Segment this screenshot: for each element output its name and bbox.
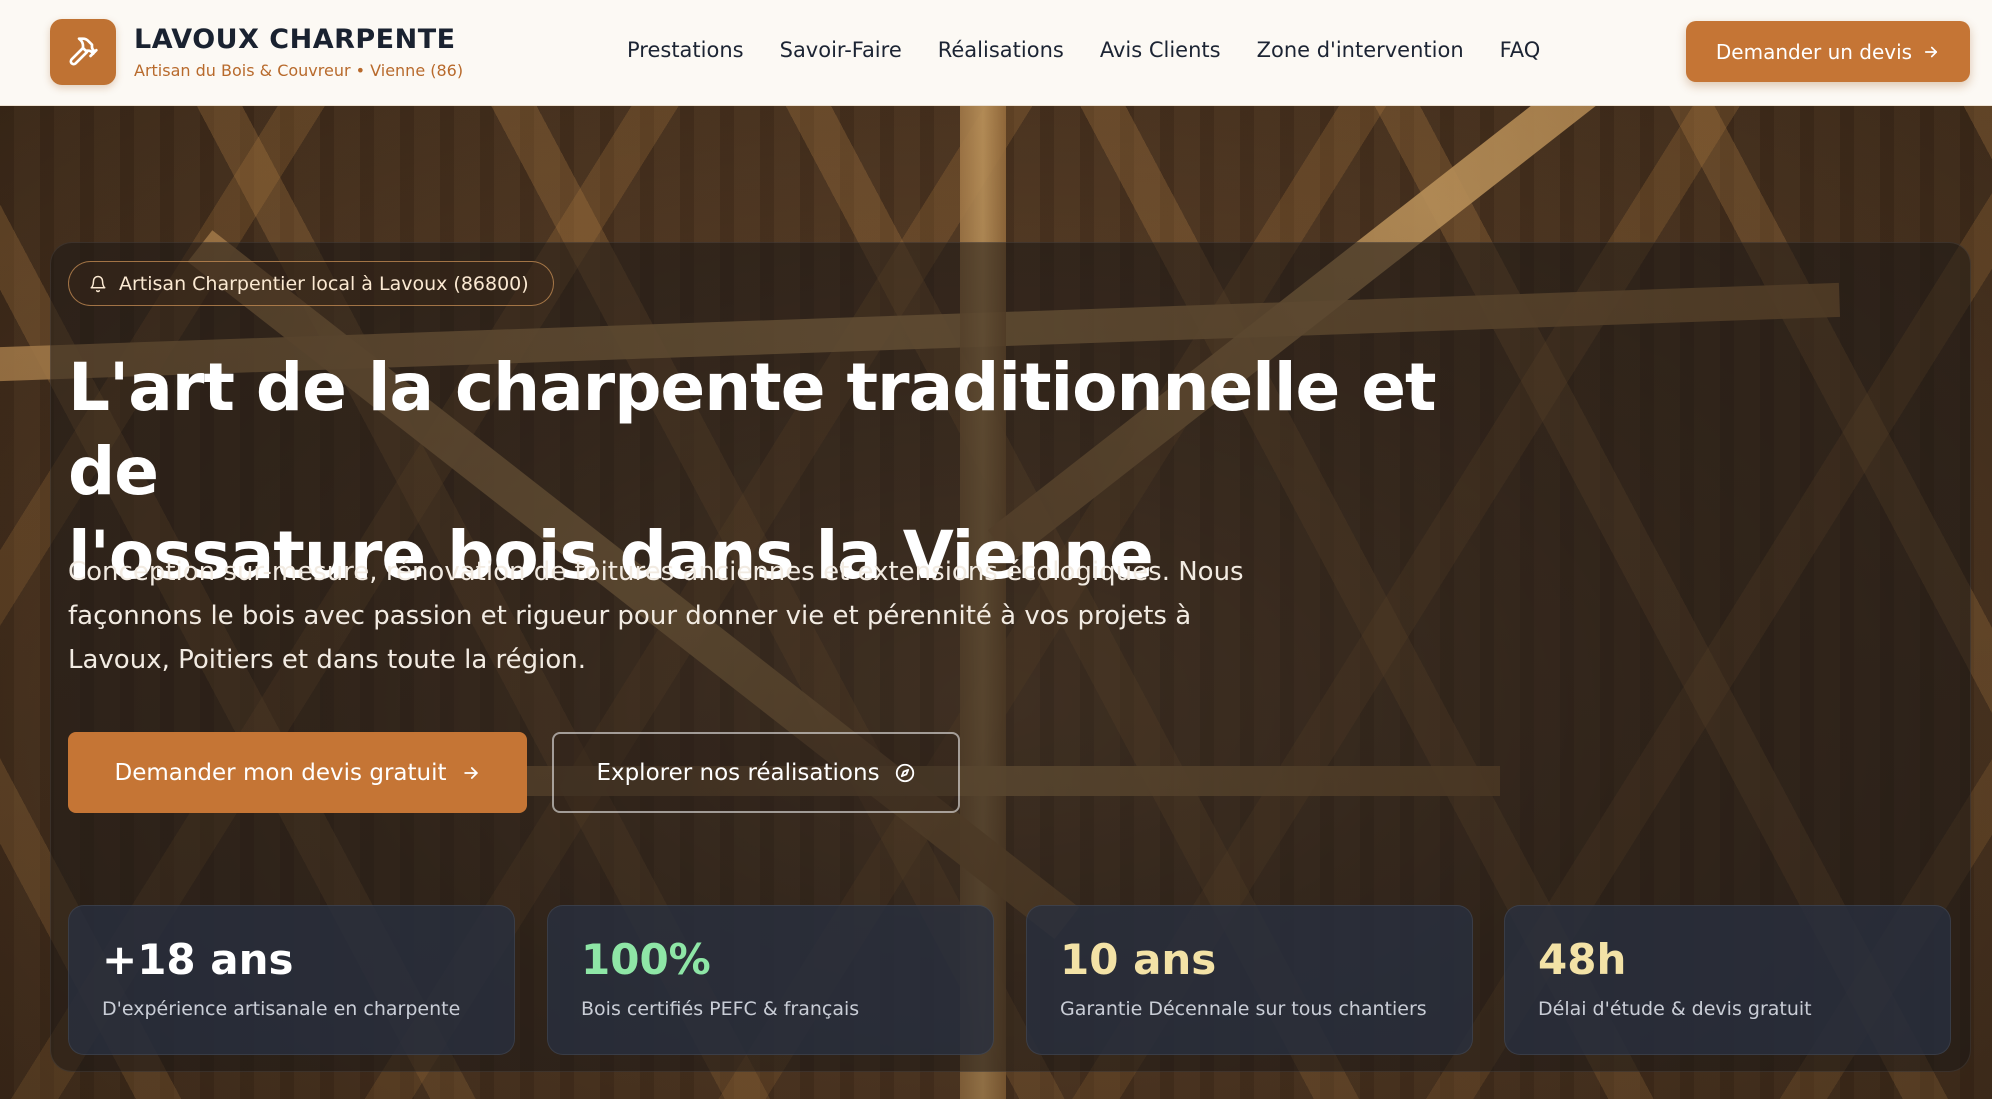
free-quote-label: Demander mon devis gratuit <box>114 759 447 786</box>
stat-value: 48h <box>1538 935 1627 984</box>
request-quote-label: Demander un devis <box>1715 39 1913 64</box>
arrow-right-icon <box>1925 46 1938 57</box>
hero-description: Conception sur-mesure, rénovation de toi… <box>68 557 1244 675</box>
stat-label: Délai d'étude & devis gratuit <box>1538 998 1812 1020</box>
stat-label: Garantie Décennale sur tous chantiers <box>1060 998 1427 1020</box>
nav-item-prestations[interactable]: Prestations <box>627 38 744 62</box>
location-badge: Artisan Charpentier local à Lavoux (8680… <box>68 261 554 306</box>
request-quote-button[interactable]: Demander un devis <box>1686 21 1970 82</box>
arrow-right-icon <box>463 766 478 779</box>
explore-projects-label: Explorer nos réalisations <box>596 759 880 786</box>
hammer-icon <box>69 37 98 66</box>
explore-projects-button[interactable]: Explorer nos réalisations <box>552 732 960 813</box>
stat-label: Bois certifiés PEFC & français <box>581 998 860 1020</box>
nav-item-zone-intervention[interactable]: Zone d'intervention <box>1257 38 1464 62</box>
bell-icon <box>90 275 106 292</box>
logo[interactable] <box>50 19 116 85</box>
stat-value: 100% <box>581 935 711 984</box>
brand-name[interactable]: LAVOUX CHARPENTE <box>134 24 463 55</box>
nav-item-realisations[interactable]: Réalisations <box>938 38 1064 62</box>
free-quote-button[interactable]: Demander mon devis gratuit <box>68 732 527 813</box>
stat-card-quote-delay: 48h Délai d'étude & devis gratuit <box>1504 905 1951 1055</box>
stat-card-certified-wood: 100% Bois certifiés PEFC & français <box>547 905 994 1055</box>
brand-tagline: Artisan du Bois & Couvreur • Vienne (86) <box>134 61 464 80</box>
stat-value: 10 ans <box>1060 935 1217 984</box>
stat-card-experience: +18 ans D'expérience artisanale en charp… <box>68 905 515 1055</box>
stat-value: +18 ans <box>102 935 294 984</box>
site-header: LAVOUX CHARPENTE Artisan du Bois & Couvr… <box>0 0 1992 106</box>
main-nav: Prestations Savoir-Faire Réalisations Av… <box>627 38 1540 62</box>
stat-label: D'expérience artisanale en charpente <box>102 998 461 1020</box>
stat-card-warranty: 10 ans Garantie Décennale sur tous chant… <box>1026 905 1473 1055</box>
nav-item-faq[interactable]: FAQ <box>1500 38 1541 62</box>
hero-title-line-1: L'art de la charpente traditionnelle et … <box>68 349 1437 510</box>
brand: LAVOUX CHARPENTE Artisan du Bois & Couvr… <box>134 24 463 80</box>
nav-item-avis-clients[interactable]: Avis Clients <box>1100 38 1221 62</box>
compass-icon <box>895 763 914 782</box>
nav-item-savoir-faire[interactable]: Savoir-Faire <box>780 38 902 62</box>
badge-text: Artisan Charpentier local à Lavoux (8680… <box>119 272 529 295</box>
